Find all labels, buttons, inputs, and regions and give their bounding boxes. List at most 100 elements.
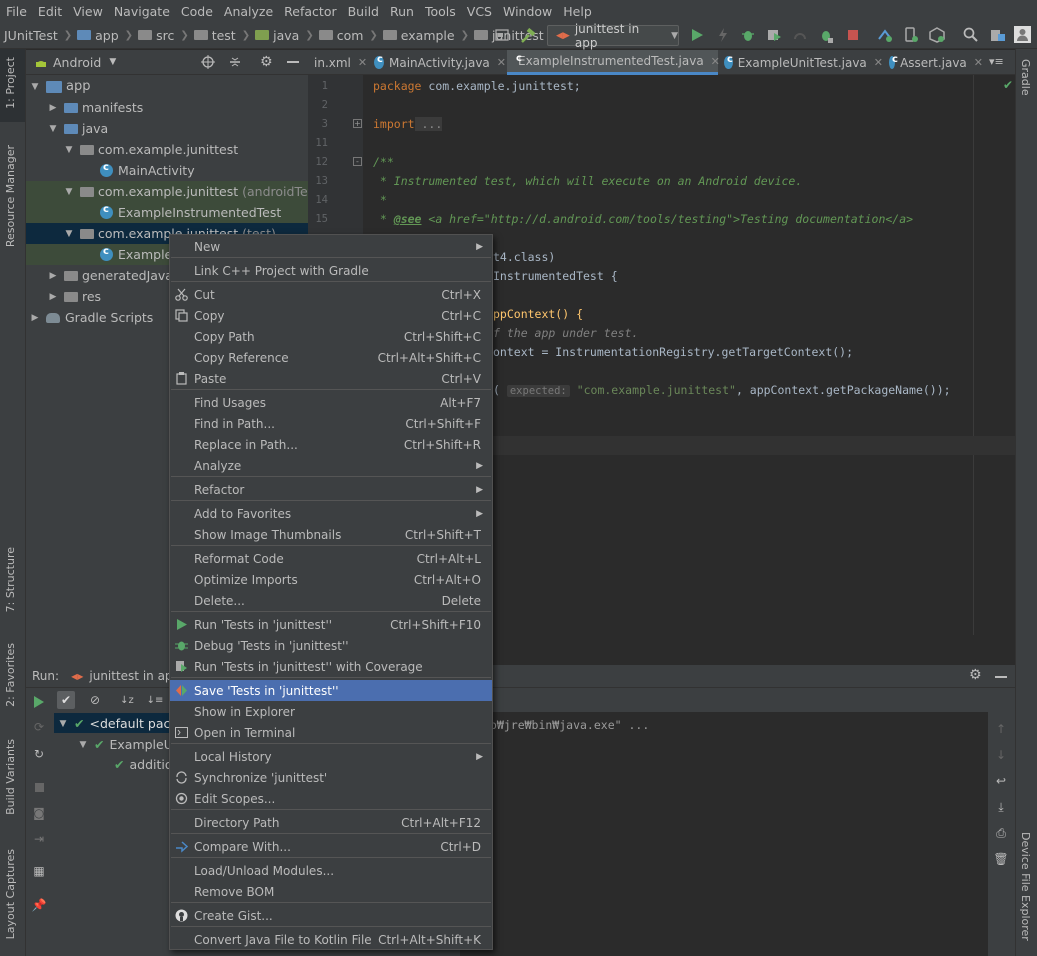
layout-icon[interactable]: [495, 28, 509, 45]
camera-icon[interactable]: ◙: [30, 804, 48, 822]
scroll-to-end-icon[interactable]: ⤓: [992, 798, 1010, 816]
menu-item-new[interactable]: New ▶: [170, 236, 492, 257]
tab-overflow-icon[interactable]: ▾≡: [989, 55, 1004, 68]
tree-node-exampleinstrumentedtest[interactable]: ExampleInstrumentedTest: [100, 202, 281, 223]
show-passed-icon[interactable]: ✔: [57, 691, 75, 709]
attach-debugger-icon[interactable]: [818, 28, 834, 47]
sort-alpha-icon[interactable]: ↓z: [118, 691, 136, 709]
menu-item-run-tests[interactable]: Run 'Tests in 'junittest'' Ctrl+Shift+F10: [170, 614, 492, 635]
sort-duration-icon[interactable]: ↓≡: [146, 691, 164, 709]
debug-icon[interactable]: [741, 28, 755, 45]
close-icon[interactable]: ✕: [974, 56, 983, 69]
build-hammer-icon[interactable]: [520, 27, 536, 47]
down-arrow-icon[interactable]: ↓: [992, 746, 1010, 764]
menu-item-run-coverage[interactable]: Run 'Tests in 'junittest'' with Coverage: [170, 656, 492, 677]
close-icon[interactable]: ✕: [358, 56, 367, 69]
menu-item-synchronize[interactable]: Synchronize 'junittest': [170, 767, 492, 788]
menu-build[interactable]: Build: [348, 4, 379, 19]
stop-icon[interactable]: [846, 28, 860, 45]
stop-icon[interactable]: [30, 778, 48, 796]
tab-build-variants[interactable]: Build Variants: [4, 739, 17, 815]
tree-node-manifests[interactable]: ▶ manifests: [48, 97, 144, 118]
tree-node-app[interactable]: ▼ app: [30, 76, 91, 97]
menu-item-reformat-code[interactable]: Reformat Code Ctrl+Alt+L: [170, 548, 492, 569]
menu-item-remove-bom[interactable]: Remove BOM: [170, 881, 492, 902]
breadcrumb-test[interactable]: test ❯: [193, 28, 255, 43]
layout-icon[interactable]: ▦: [30, 862, 48, 880]
run-configuration-selector[interactable]: ◀▶ junittest in app ▼: [547, 22, 679, 50]
avd-manager-icon[interactable]: [903, 27, 919, 46]
apply-changes-icon[interactable]: [716, 28, 730, 45]
menu-item-create-gist[interactable]: Create Gist...: [170, 905, 492, 926]
menu-item-copy[interactable]: Copy Ctrl+C: [170, 305, 492, 326]
tree-node-package-androidtest[interactable]: ▼ com.example.junittest (androidTest): [64, 181, 324, 202]
tab-exampleunittest[interactable]: ExampleUnitTest.java ✕: [718, 50, 883, 75]
toggle-autotest-icon[interactable]: ↻: [30, 745, 48, 763]
up-arrow-icon[interactable]: ↑: [992, 720, 1010, 738]
tree-node-java[interactable]: ▼ java: [48, 118, 109, 139]
fold-expand-icon[interactable]: +: [353, 119, 362, 128]
menu-item-local-history[interactable]: Local History ▶: [170, 746, 492, 767]
print-icon[interactable]: ⎙: [992, 824, 1010, 842]
menu-analyze[interactable]: Analyze: [224, 4, 273, 19]
search-icon[interactable]: [963, 27, 978, 45]
menu-item-analyze[interactable]: Analyze ▶: [170, 455, 492, 476]
menu-help[interactable]: Help: [563, 4, 592, 19]
tab-assert[interactable]: Assert.java ✕: [883, 50, 983, 75]
menu-item-optimize-imports[interactable]: Optimize Imports Ctrl+Alt+O: [170, 569, 492, 590]
tab-project[interactable]: 1: Project: [4, 57, 17, 109]
sdk-manager-icon[interactable]: [929, 27, 945, 46]
breadcrumb-example[interactable]: example ❯: [382, 28, 474, 43]
menu-window[interactable]: Window: [503, 4, 552, 19]
project-view-selector[interactable]: Android ▼: [53, 55, 116, 70]
menu-item-edit-scopes[interactable]: Edit Scopes...: [170, 788, 492, 809]
menu-item-load-unload-modules[interactable]: Load/Unload Modules...: [170, 860, 492, 881]
menu-item-delete[interactable]: Delete... Delete: [170, 590, 492, 611]
hide-panel-icon[interactable]: [995, 676, 1007, 678]
profile-icon[interactable]: [793, 28, 807, 45]
menu-view[interactable]: View: [73, 4, 103, 19]
gear-icon[interactable]: ⚙: [969, 667, 982, 683]
breadcrumb-java[interactable]: java ❯: [255, 28, 319, 43]
menu-item-add-to-favorites[interactable]: Add to Favorites ▶: [170, 503, 492, 524]
test-tree-method[interactable]: ✔ additio: [114, 754, 173, 775]
export-icon[interactable]: ⇥: [30, 830, 48, 848]
menu-refactor[interactable]: Refactor: [284, 4, 336, 19]
menu-tools[interactable]: Tools: [425, 4, 456, 19]
menu-item-open-in-terminal[interactable]: Open in Terminal: [170, 722, 492, 743]
menu-item-find-in-path[interactable]: Find in Path... Ctrl+Shift+F: [170, 413, 492, 434]
tree-node-gradle-scripts[interactable]: ▶ Gradle Scripts: [30, 307, 154, 328]
menu-item-show-thumbnails[interactable]: Show Image Thumbnails Ctrl+Shift+T: [170, 524, 492, 545]
tab-gradle[interactable]: Gradle: [1019, 59, 1032, 96]
run-icon[interactable]: [690, 28, 704, 45]
breadcrumb-project[interactable]: JUnitTest ❯: [4, 28, 77, 43]
tab-layout-xml[interactable]: in.xml ✕: [308, 50, 368, 75]
menu-run[interactable]: Run: [390, 4, 414, 19]
rerun-failed-icon[interactable]: ⟳: [30, 718, 48, 736]
menu-item-cut[interactable]: Cut Ctrl+X: [170, 284, 492, 305]
menu-item-copy-path[interactable]: Copy Path Ctrl+Shift+C: [170, 326, 492, 347]
menu-vcs[interactable]: VCS: [467, 4, 492, 19]
menu-item-paste[interactable]: Paste Ctrl+V: [170, 368, 492, 389]
run-console[interactable]: o₩jre₩bin₩java.exe" ...: [460, 712, 988, 956]
menu-navigate[interactable]: Navigate: [114, 4, 170, 19]
test-tree-class[interactable]: ▼ ✔ ExampleUr: [78, 734, 178, 755]
menu-edit[interactable]: Edit: [38, 4, 62, 19]
user-avatar-icon[interactable]: [1014, 26, 1031, 46]
tab-structure[interactable]: 7: Structure: [4, 547, 17, 612]
tab-layout-captures[interactable]: Layout Captures: [4, 849, 17, 939]
hide-panel-icon[interactable]: [287, 61, 299, 63]
breadcrumb-com[interactable]: com ❯: [318, 28, 383, 43]
menu-code[interactable]: Code: [181, 4, 213, 19]
run-tab[interactable]: ◀▶ junittest in app: [71, 669, 180, 683]
tab-mainactivity[interactable]: MainActivity.java ✕: [368, 50, 506, 75]
breadcrumb-app[interactable]: app ❯: [77, 28, 138, 43]
menu-item-show-in-explorer[interactable]: Show in Explorer: [170, 701, 492, 722]
tab-favorites[interactable]: 2: Favorites: [4, 643, 17, 707]
gear-icon[interactable]: ⚙: [260, 54, 273, 70]
project-structure-icon[interactable]: [990, 27, 1006, 46]
tree-node-generatedjava[interactable]: ▶ generatedJava: [48, 265, 173, 286]
fold-collapse-icon[interactable]: -: [353, 157, 362, 166]
close-icon[interactable]: ✕: [497, 56, 506, 69]
coverage-icon[interactable]: [766, 28, 782, 47]
